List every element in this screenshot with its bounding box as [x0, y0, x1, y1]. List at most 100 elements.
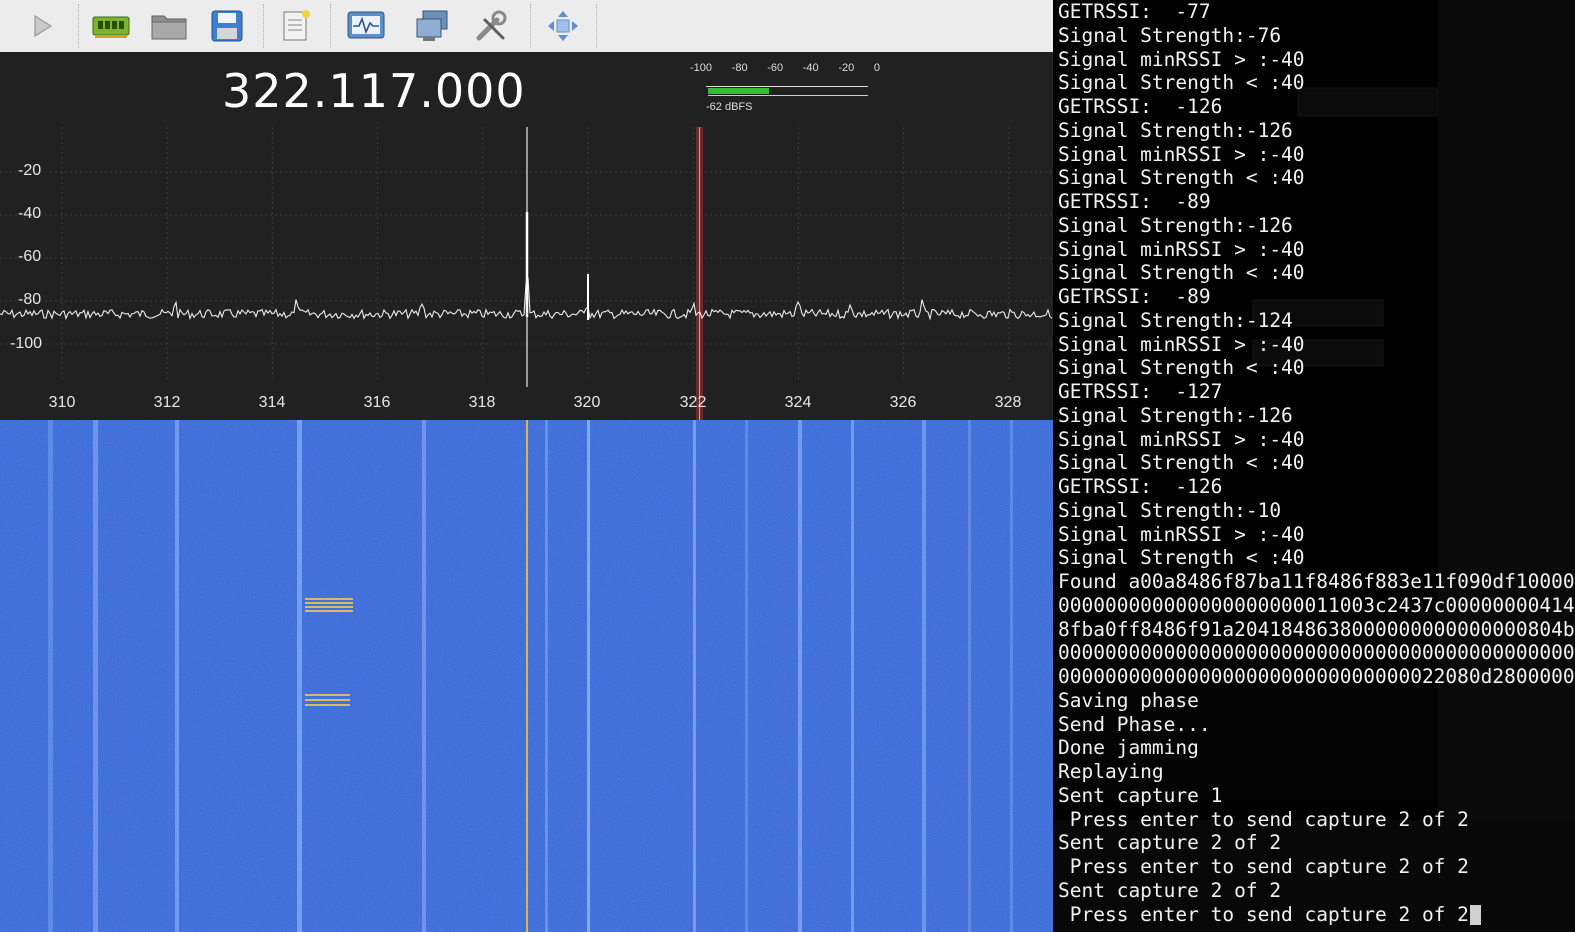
waterfall-signal-stripe	[93, 420, 98, 932]
terminal-line: Signal Strength < :40	[1058, 261, 1575, 285]
x-axis-label: 312	[153, 394, 181, 411]
terminal-line-text: Signal minRSSI > :-40	[1058, 522, 1305, 546]
terminal-line: Signal Strength:-126	[1058, 214, 1575, 238]
x-axis-label: 316	[363, 394, 391, 411]
terminal-line-text: Sent capture 2 of 2	[1058, 831, 1282, 855]
terminal-line-text: GETRSSI: -126	[1058, 475, 1223, 498]
waterfall-signal-stripe	[587, 420, 590, 932]
terminal-line: Signal Strength:-76	[1058, 24, 1575, 48]
terminal-line: Press enter to send capture 2 of 2	[1058, 808, 1575, 832]
terminal-line: Signal Strength < :40	[1058, 451, 1575, 475]
terminal-line-text: Signal Strength:-126	[1058, 403, 1293, 427]
meter-scale	[706, 78, 868, 87]
terminal-line: Press enter to send capture 2 of 2	[1058, 903, 1575, 927]
terminal-line: GETRSSI: -126	[1058, 95, 1575, 119]
waterfall-signal-stripe	[693, 420, 696, 932]
toolbar	[0, 0, 1060, 53]
network-icon[interactable]	[413, 6, 453, 46]
terminal-line: Signal minRSSI > :-40	[1058, 333, 1575, 357]
signal-level-meter: -100 -80 -60 -40 -20 0 -62 dBFS	[690, 62, 880, 122]
terminal-line-text: Signal Strength:-126	[1058, 213, 1293, 237]
waterfall-burst	[305, 699, 350, 701]
terminal-line-text: Signal Strength:-124	[1058, 308, 1293, 332]
waterfall-burst	[305, 606, 353, 608]
terminal-line-text: Signal Strength:-126	[1058, 118, 1293, 142]
meter-scale-label: -60	[767, 62, 784, 74]
terminal-line-text: Signal Strength < :40	[1058, 356, 1305, 380]
waterfall-signal-stripe	[1010, 420, 1013, 932]
scope-icon[interactable]	[346, 6, 386, 46]
terminal-line-text: Signal minRSSI > :-40	[1058, 332, 1305, 356]
terminal-line: GETRSSI: -89	[1058, 190, 1575, 214]
x-axis-label: 318	[468, 394, 496, 411]
terminal-line-text: GETRSSI: -126	[1058, 95, 1223, 118]
waterfall-signal-stripe	[968, 420, 971, 932]
terminal-line: Signal Strength < :40	[1058, 166, 1575, 190]
document-icon[interactable]	[276, 6, 316, 46]
terminal-line: Signal Strength:-124	[1058, 309, 1575, 333]
spectrum-plot[interactable]: 322.117.000 -100 -80 -60 -40 -20 0 -62 d…	[0, 52, 1060, 420]
x-axis-label: 310	[48, 394, 76, 411]
x-axis-label: 322	[679, 394, 707, 411]
frequency-display[interactable]: 322.117.000	[222, 64, 526, 118]
save-icon[interactable]	[207, 6, 247, 46]
terminal-line-text: Done jamming	[1058, 736, 1199, 760]
toolbar-separator	[596, 4, 597, 48]
spectrum-graph	[0, 127, 1060, 420]
terminal-line: Signal Strength:-126	[1058, 404, 1575, 428]
meter-scale-label: -80	[731, 62, 748, 74]
sdr-device-icon[interactable]	[91, 6, 131, 46]
terminal-line-text: 8fba0ff8486f91a2041848638000000000000000…	[1058, 617, 1575, 641]
terminal-window[interactable]: GETRSSI: -77 Signal Strength:-76 Signal mi…	[1053, 0, 1575, 932]
waterfall-signal-stripe	[545, 420, 548, 932]
terminal-output: GETRSSI: -77 Signal Strength:-76 Signal mi…	[1058, 0, 1575, 926]
toolbar-separator	[78, 4, 79, 48]
terminal-line-text: Signal Strength < :40	[1058, 546, 1305, 570]
terminal-line-text: Signal minRSSI > :-40	[1058, 427, 1305, 451]
waterfall-signal-stripe	[175, 420, 179, 932]
meter-scale-label: -40	[802, 62, 819, 74]
terminal-line-text: Signal minRSSI > :-40	[1058, 47, 1305, 71]
x-axis-label: 324	[784, 394, 812, 411]
terminal-line: Done jamming	[1058, 736, 1575, 760]
terminal-line-text: Signal Strength < :40	[1058, 451, 1305, 475]
terminal-line-text: GETRSSI: -77	[1058, 0, 1211, 23]
waterfall-burst	[305, 598, 353, 600]
terminal-line: Signal minRSSI > :-40	[1058, 48, 1575, 72]
x-axis-label: 326	[889, 394, 917, 411]
terminal-line-text: Signal Strength:-10	[1058, 498, 1282, 522]
x-axis-label: 320	[573, 394, 601, 411]
terminal-line: Sent capture 2 of 2	[1058, 879, 1575, 903]
waterfall-display[interactable]	[0, 420, 1053, 932]
waterfall-burst	[305, 602, 353, 604]
toolbar-separator	[330, 4, 331, 48]
terminal-line: Signal Strength < :40	[1058, 71, 1575, 95]
terminal-line-text: Sent capture 2 of 2	[1058, 878, 1282, 902]
y-axis-label: -40	[18, 205, 42, 222]
terminal-line-text: Found a00a8486f87ba11f8486f883e11f090df1…	[1058, 570, 1575, 593]
terminal-line: Signal Strength:-126	[1058, 119, 1575, 143]
y-axis-label: -100	[10, 335, 43, 352]
open-folder-icon[interactable]	[149, 6, 189, 46]
terminal-line: 000000000000000000000011003c2437c0000000…	[1058, 594, 1575, 618]
waterfall-signal-stripe	[798, 420, 802, 932]
meter-baseline	[708, 95, 868, 96]
start-icon[interactable]	[22, 6, 62, 46]
x-axis-label: 328	[994, 394, 1022, 411]
terminal-line-text: Replaying	[1058, 760, 1164, 783]
terminal-line-text: Signal Strength < :40	[1058, 261, 1305, 285]
terminal-line: Signal Strength < :40	[1058, 356, 1575, 380]
terminal-line: Press enter to send capture 2 of 2	[1058, 855, 1575, 879]
terminal-line-text: 000000000000000000000000000000022080d280…	[1058, 665, 1575, 688]
terminal-line-text: Saving phase	[1058, 688, 1199, 712]
terminal-line: Found a00a8486f87ba11f8486f883e11f090df1…	[1058, 570, 1575, 594]
terminal-line: Signal minRSSI > :-40	[1058, 428, 1575, 452]
waterfall-burst	[305, 694, 350, 696]
terminal-line-text: Signal minRSSI > :-40	[1058, 237, 1305, 261]
tools-icon[interactable]	[471, 6, 511, 46]
terminal-line: Signal Strength:-10	[1058, 499, 1575, 523]
meter-level-bar	[708, 88, 769, 94]
terminal-line: Signal Strength < :40	[1058, 546, 1575, 570]
waterfall-burst	[305, 610, 353, 612]
adjust-icon[interactable]	[543, 6, 583, 46]
